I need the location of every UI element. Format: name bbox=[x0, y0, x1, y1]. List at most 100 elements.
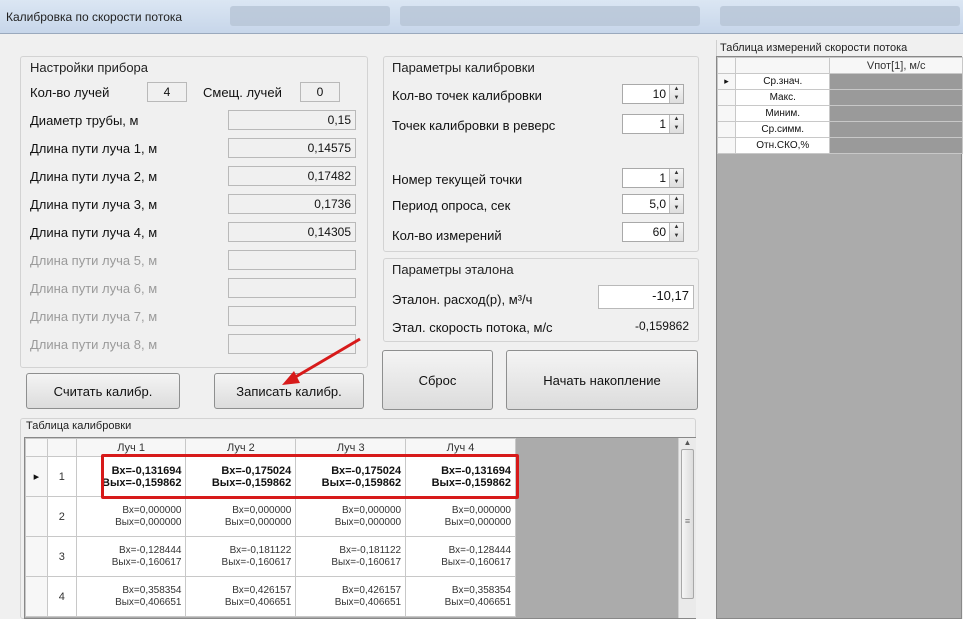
offset-label: Смещ. лучей bbox=[203, 85, 282, 100]
row-selector-icon[interactable]: ▸ bbox=[25, 456, 48, 497]
table-cell[interactable]: Вх=-0,128444 Вых=-0,160617 bbox=[405, 536, 516, 577]
path-6-label: Длина пути луча 6, м bbox=[30, 281, 158, 296]
row-number: 2 bbox=[46, 496, 77, 537]
table-row[interactable]: Отн.СКО,% bbox=[716, 137, 963, 154]
row-number: 1 bbox=[46, 456, 77, 497]
row-number: 3 bbox=[46, 536, 77, 577]
period-label: Период опроса, сек bbox=[392, 198, 511, 213]
measurement-table-title: Таблица измерений скорости потока bbox=[720, 42, 908, 54]
table-row[interactable]: Макс. bbox=[716, 89, 963, 106]
beams-label: Кол-во лучей bbox=[30, 85, 110, 100]
blurred-titlebar-region bbox=[400, 6, 700, 26]
title-bar: Калибровка по скорости потока bbox=[0, 0, 963, 34]
path-1-field[interactable]: 0,14575 bbox=[228, 138, 356, 158]
spin-arrows-icon[interactable]: ▲ ▼ bbox=[669, 85, 683, 103]
table-cell[interactable]: Вх=0,000000 Вых=0,000000 bbox=[75, 496, 187, 537]
table-cell[interactable]: Вх=-0,181122 Вых=-0,160617 bbox=[185, 536, 297, 577]
path-8-label: Длина пути луча 8, м bbox=[30, 337, 158, 352]
scroll-thumb[interactable]: ≡ bbox=[681, 449, 694, 599]
table-row[interactable]: Миним. bbox=[716, 105, 963, 122]
table-cell[interactable]: Вх=0,426157 Вых=0,406651 bbox=[185, 576, 297, 617]
row-label: Миним. bbox=[735, 105, 831, 122]
table-cell[interactable] bbox=[829, 89, 963, 106]
blurred-titlebar-region bbox=[720, 6, 960, 26]
table-cell[interactable]: Вх=0,426157 Вых=0,406651 bbox=[295, 576, 407, 617]
offset-field[interactable]: 0 bbox=[300, 82, 340, 102]
beams-field[interactable]: 4 bbox=[147, 82, 187, 102]
row-header-column bbox=[735, 57, 831, 74]
path-3-label: Длина пути луча 3, м bbox=[30, 197, 158, 212]
spin-arrows-icon[interactable]: ▲ ▼ bbox=[669, 195, 683, 213]
row-label: Макс. bbox=[735, 89, 831, 106]
row-selector-icon[interactable]: ▸ bbox=[716, 73, 737, 90]
red-arrow-annotation bbox=[282, 337, 361, 385]
ref-flow-label: Эталон. расход(р), м³/ч bbox=[392, 292, 533, 307]
path-7-label: Длина пути луча 7, м bbox=[30, 309, 158, 324]
spin-arrows-icon[interactable]: ▲ ▼ bbox=[669, 115, 683, 133]
reverse-stepper[interactable]: 1 ▲ ▼ bbox=[622, 114, 684, 134]
device-settings-title: Настройки прибора bbox=[30, 60, 149, 75]
ref-speed-label: Этал. скорость потока, м/с bbox=[392, 320, 553, 335]
period-value: 5,0 bbox=[649, 197, 666, 211]
table-cell[interactable]: Вх=0,358354 Вых=0,406651 bbox=[405, 576, 516, 617]
spin-arrows-icon[interactable]: ▲ ▼ bbox=[669, 169, 683, 187]
ref-speed-value: -0,159862 bbox=[598, 316, 694, 336]
path-4-field[interactable]: 0,14305 bbox=[228, 222, 356, 242]
table-row[interactable]: 3 Вх=-0,128444 Вых=-0,160617 Вх=-0,181122… bbox=[25, 536, 516, 577]
path-7-field bbox=[228, 306, 356, 326]
corner-cell bbox=[25, 438, 48, 457]
table-row[interactable]: Ср.симм. bbox=[716, 121, 963, 138]
path-2-field[interactable]: 0,17482 bbox=[228, 166, 356, 186]
table-cell[interactable]: Вх=0,000000 Вых=0,000000 bbox=[185, 496, 297, 537]
table-cell[interactable]: Вх=-0,181122 Вых=-0,160617 bbox=[295, 536, 407, 577]
ref-flow-input[interactable]: -10,17 bbox=[598, 285, 694, 309]
start-accumulation-button[interactable]: Начать накопление bbox=[506, 350, 698, 410]
table-cell[interactable]: Вх=0,000000 Вых=0,000000 bbox=[405, 496, 516, 537]
points-value: 10 bbox=[652, 87, 666, 101]
current-point-label: Номер текущей точки bbox=[392, 172, 523, 187]
table-row[interactable]: ▸ Ср.знач. bbox=[716, 73, 963, 90]
row-num-header bbox=[46, 438, 77, 457]
spin-arrows-icon[interactable]: ▲ ▼ bbox=[669, 223, 683, 241]
table-cell[interactable]: Вх=-0,128444 Вых=-0,160617 bbox=[75, 536, 187, 577]
measurements-stepper[interactable]: 60 ▲ ▼ bbox=[622, 222, 684, 242]
path-3-field[interactable]: 0,1736 bbox=[228, 194, 356, 214]
path-2-label: Длина пути луча 2, м bbox=[30, 169, 158, 184]
calib-table[interactable]: Луч 1 Луч 2 Луч 3 Луч 4 ▸ 1 Вх=-0,131694… bbox=[24, 437, 696, 619]
reverse-value: 1 bbox=[659, 117, 666, 131]
table-cell[interactable] bbox=[829, 121, 963, 138]
path-5-label: Длина пути луча 5, м bbox=[30, 253, 158, 268]
measurement-table[interactable]: Vпот[1], м/с ▸ Ср.знач. Макс. Миним. Ср.… bbox=[716, 56, 963, 619]
reset-button[interactable]: Сброс bbox=[382, 350, 493, 410]
blurred-titlebar-region bbox=[230, 6, 390, 26]
current-point-value: 1 bbox=[659, 171, 666, 185]
table-cell[interactable] bbox=[829, 73, 963, 90]
current-point-stepper[interactable]: 1 ▲ ▼ bbox=[622, 168, 684, 188]
row-label: Ср.симм. bbox=[735, 121, 831, 138]
points-stepper[interactable]: 10 ▲ ▼ bbox=[622, 84, 684, 104]
pipe-diameter-field[interactable]: 0,15 bbox=[228, 110, 356, 130]
table-cell[interactable]: Вх=0,000000 Вых=0,000000 bbox=[295, 496, 407, 537]
column-header[interactable]: Vпот[1], м/с bbox=[829, 57, 963, 74]
table-row[interactable]: 4 Вх=0,358354 Вых=0,406651 Вх=0,426157 Вых… bbox=[25, 576, 516, 617]
reference-params-title: Параметры эталона bbox=[392, 262, 514, 277]
row-label: Отн.СКО,% bbox=[735, 137, 831, 154]
path-5-field bbox=[228, 250, 356, 270]
read-calibration-button[interactable]: Считать калибр. bbox=[26, 373, 180, 409]
points-label: Кол-во точек калибровки bbox=[392, 88, 542, 103]
window-title: Калибровка по скорости потока bbox=[6, 10, 183, 24]
table-cell[interactable] bbox=[829, 105, 963, 122]
path-4-label: Длина пути луча 4, м bbox=[30, 225, 158, 240]
measurements-label: Кол-во измерений bbox=[392, 228, 502, 243]
period-stepper[interactable]: 5,0 ▲ ▼ bbox=[622, 194, 684, 214]
path-6-field bbox=[228, 278, 356, 298]
scroll-up-icon[interactable]: ▲ bbox=[679, 438, 696, 447]
table-cell[interactable]: Вх=0,358354 Вых=0,406651 bbox=[75, 576, 187, 617]
reverse-label: Точек калибровки в реверс bbox=[392, 118, 556, 133]
table-row[interactable]: 2 Вх=0,000000 Вых=0,000000 Вх=0,000000 Вых… bbox=[25, 496, 516, 537]
table-cell[interactable] bbox=[829, 137, 963, 154]
row-number: 4 bbox=[46, 576, 77, 617]
calib-table-title: Таблица калибровки bbox=[26, 420, 132, 432]
vertical-scrollbar[interactable]: ▲ ≡ bbox=[678, 438, 696, 618]
calib-params-title: Параметры калибровки bbox=[392, 60, 535, 75]
